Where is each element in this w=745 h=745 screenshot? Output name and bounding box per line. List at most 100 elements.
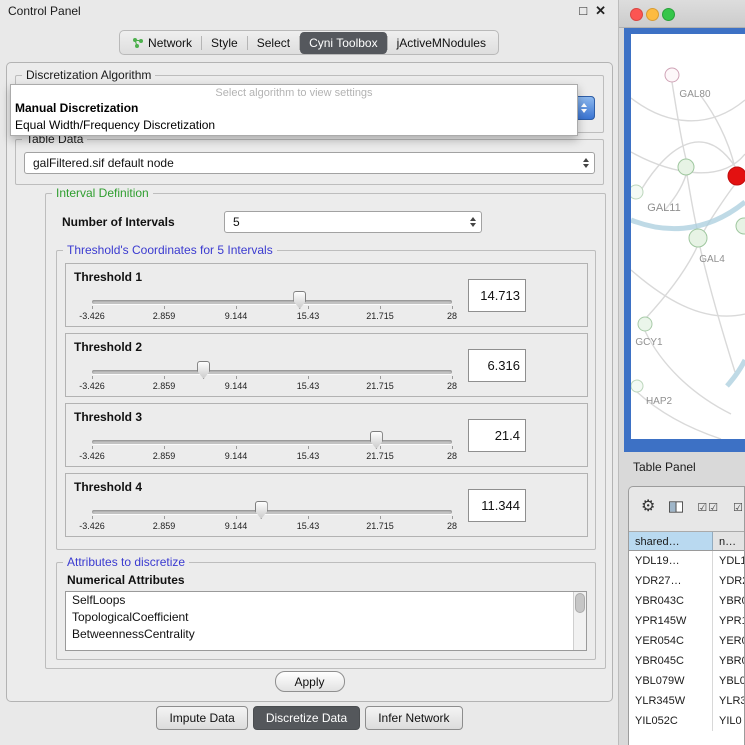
node[interactable]: [638, 317, 652, 331]
attributes-group: Attributes to discretize Numerical Attri…: [56, 562, 596, 660]
slider-track[interactable]: [92, 300, 452, 304]
stepper-icon[interactable]: [583, 158, 589, 168]
network-canvas[interactable]: GAL80 GAL11 GAL4 GCY1 HAP2: [631, 34, 745, 439]
slider-thumb[interactable]: [197, 361, 210, 379]
slider-scale: -3.4262.8599.14415.4321.71528: [92, 311, 452, 322]
threshold-2-slider[interactable]: -3.4262.8599.14415.4321.71528: [92, 356, 452, 394]
network-icon: [132, 37, 144, 49]
column-header-shared-name[interactable]: shared…: [629, 532, 713, 550]
select-rows-icon[interactable]: ☑: [733, 501, 744, 514]
stepper-icon[interactable]: [470, 217, 476, 227]
num-intervals-combobox[interactable]: 5: [224, 211, 482, 233]
tab-infer-network[interactable]: Infer Network: [365, 706, 462, 730]
table-panel-window: ⚙ ☑☑ ☑ shared… n… YDL19…YDL1 YDR27…YDR2 …: [628, 486, 745, 745]
thresholds-group: Threshold's Coordinates for 5 Intervals …: [56, 250, 596, 550]
selected-node[interactable]: [728, 167, 745, 185]
table-row[interactable]: YER054CYER0: [629, 631, 744, 651]
table-row[interactable]: YPR145WYPR1: [629, 611, 744, 631]
top-tabstrip: Network Style Select Cyni Toolbox jActiv…: [0, 30, 618, 55]
group-title: Discretization Algorithm: [22, 68, 155, 82]
threshold-label: Threshold 1: [74, 270, 142, 284]
slider-scale: -3.4262.8599.14415.4321.71528: [92, 381, 452, 392]
columns-icon[interactable]: [669, 501, 683, 513]
zoom-traffic-light[interactable]: [662, 8, 675, 21]
minimize-traffic-light[interactable]: [646, 8, 659, 21]
node-label: GAL11: [647, 202, 680, 214]
algorithm-dropdown-popup: Select algorithm to view settings Manual…: [10, 84, 578, 136]
tab-impute-data[interactable]: Impute Data: [156, 706, 247, 730]
list-item[interactable]: SelfLoops: [66, 592, 586, 609]
tab-jactivemnodules[interactable]: jActiveMNodules: [388, 32, 495, 54]
threshold-1-panel: Threshold 1 -3.4262.8599.14415.4321.7152…: [65, 263, 588, 327]
tab-select[interactable]: Select: [248, 32, 299, 54]
numerical-attributes-label: Numerical Attributes: [67, 573, 185, 587]
node-label: GCY1: [635, 337, 663, 348]
float-window-icon[interactable]: □: [579, 3, 587, 19]
table-row[interactable]: YBR045CYBR0: [629, 651, 744, 671]
table-row[interactable]: YBR043CYBR0: [629, 591, 744, 611]
node[interactable]: [736, 218, 745, 234]
threshold-1-value[interactable]: 14.713: [468, 279, 526, 312]
node[interactable]: [678, 159, 694, 175]
cyni-toolbox-panel: Discretization Algorithm Table Data galF…: [6, 62, 613, 702]
scrollbar-thumb[interactable]: [575, 593, 585, 613]
bottom-tabstrip: Impute Data Discretize Data Infer Networ…: [0, 706, 619, 730]
tab-network[interactable]: Network: [123, 32, 201, 54]
column-header-name[interactable]: n…: [713, 532, 744, 550]
close-traffic-light[interactable]: [630, 8, 643, 21]
slider-scale: -3.4262.8599.14415.4321.71528: [92, 451, 452, 462]
table-row[interactable]: YLR345WYLR3: [629, 691, 744, 711]
node-labels: GAL80 GAL11 GAL4 GCY1 HAP2: [635, 89, 725, 407]
tab-cyni-toolbox[interactable]: Cyni Toolbox: [300, 32, 386, 54]
threshold-3-panel: Threshold 3 -3.4262.8599.14415.4321.7152…: [65, 403, 588, 467]
table-row[interactable]: YDL19…YDL1: [629, 551, 744, 571]
gear-icon[interactable]: ⚙: [641, 499, 655, 515]
dropdown-option-equal-width-frequency[interactable]: Equal Width/Frequency Discretization: [15, 118, 215, 132]
select-columns-icon[interactable]: ☑☑: [697, 501, 719, 514]
tab-discretize-data[interactable]: Discretize Data: [253, 706, 360, 730]
dropdown-placeholder: Select algorithm to view settings: [11, 87, 577, 99]
table-data-combobox[interactable]: galFiltered.sif default node: [24, 152, 595, 174]
interval-definition-group: Interval Definition Number of Intervals …: [45, 193, 606, 669]
table-row[interactable]: YIL052CYIL0: [629, 711, 744, 731]
list-scrollbar[interactable]: [573, 592, 586, 650]
threshold-3-slider[interactable]: -3.4262.8599.14415.4321.71528: [92, 426, 452, 464]
close-panel-icon[interactable]: ✕: [595, 3, 606, 19]
threshold-4-value[interactable]: 11.344: [468, 489, 526, 522]
node[interactable]: [631, 380, 643, 392]
apply-button[interactable]: Apply: [275, 671, 345, 692]
tab-label: Network: [148, 36, 192, 50]
slider-track[interactable]: [92, 510, 452, 514]
threshold-2-value[interactable]: 6.316: [468, 349, 526, 382]
threshold-3-value[interactable]: 21.4: [468, 419, 526, 452]
group-title: Attributes to discretize: [63, 555, 189, 569]
threshold-1-slider[interactable]: -3.4262.8599.14415.4321.71528: [92, 286, 452, 324]
node[interactable]: [631, 185, 643, 199]
network-graph: GAL80 GAL11 GAL4 GCY1 HAP2: [631, 34, 745, 439]
numerical-attributes-list: SelfLoops TopologicalCoefficient Between…: [65, 591, 587, 651]
node-label: GAL80: [679, 89, 711, 100]
threshold-label: Threshold 2: [74, 340, 142, 354]
network-window-titlebar: [619, 0, 745, 28]
threshold-4-panel: Threshold 4 -3.4262.8599.14415.4321.7152…: [65, 473, 588, 537]
node-label: HAP2: [646, 396, 673, 407]
dropdown-option-manual-discretization[interactable]: Manual Discretization: [15, 101, 138, 115]
node[interactable]: [689, 229, 707, 247]
table-row[interactable]: YBL079WYBL0: [629, 671, 744, 691]
threshold-label: Threshold 4: [74, 480, 142, 494]
highlighted-edges: [631, 202, 745, 386]
slider-track[interactable]: [92, 440, 452, 444]
list-item[interactable]: TopologicalCoefficient: [66, 609, 586, 626]
slider-track[interactable]: [92, 370, 452, 374]
threshold-4-slider[interactable]: -3.4262.8599.14415.4321.71528: [92, 496, 452, 534]
table-toolbar: ⚙ ☑☑ ☑: [629, 487, 744, 527]
tab-style[interactable]: Style: [202, 32, 247, 54]
node[interactable]: [665, 68, 679, 82]
table-body: YDL19…YDL1 YDR27…YDR2 YBR043CYBR0 YPR145…: [629, 551, 744, 745]
slider-thumb[interactable]: [255, 501, 268, 519]
table-header-row: shared… n…: [629, 531, 744, 551]
table-panel-title: Table Panel: [633, 460, 696, 474]
list-item[interactable]: BetweennessCentrality: [66, 626, 586, 643]
table-row[interactable]: YDR27…YDR2: [629, 571, 744, 591]
slider-thumb[interactable]: [293, 291, 306, 309]
